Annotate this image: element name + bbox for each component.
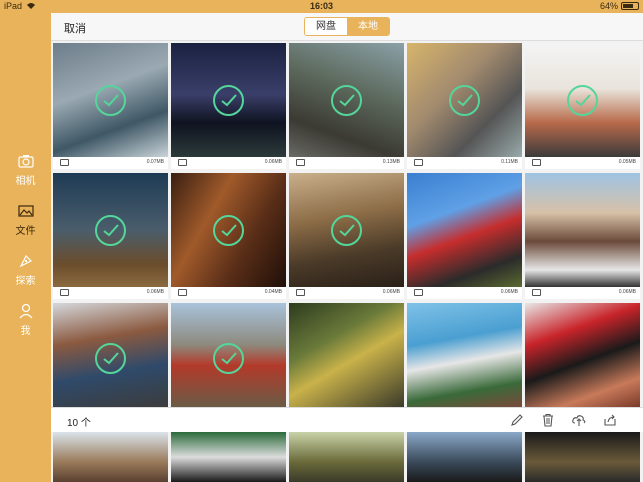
source-segmented-control: 网盘 本地 — [304, 17, 390, 36]
photo-tile[interactable]: 0.06MB — [289, 173, 404, 299]
photo-tile[interactable]: 0.04MB — [171, 173, 286, 299]
file-size: 0.06MB — [146, 289, 164, 295]
camera-icon — [60, 159, 69, 166]
file-size: 0.11MB — [501, 159, 518, 165]
photo-thumbnail — [289, 432, 404, 482]
photo-thumbnail — [525, 173, 640, 287]
photo-tile[interactable]: 0.06MB — [525, 173, 640, 299]
camera-icon — [414, 289, 423, 296]
camera-icon — [178, 159, 187, 166]
sidebar-item-label: 我 — [20, 326, 31, 337]
status-bar: iPad 16:03 64% — [0, 0, 643, 13]
sidebar-item-files[interactable]: 文件 — [0, 202, 51, 237]
camera-icon — [296, 289, 305, 296]
selected-check-icon — [95, 215, 126, 246]
photo-thumbnail — [171, 432, 286, 482]
user-icon — [19, 303, 32, 319]
cancel-button[interactable]: 取消 — [64, 20, 86, 36]
photo-tile[interactable]: 0.13MB — [289, 43, 404, 169]
sidebar-item-explore[interactable]: 探索 — [0, 252, 51, 287]
sidebar-item-me[interactable]: 我 — [0, 302, 51, 337]
edit-icon[interactable] — [510, 413, 524, 427]
selected-check-icon — [213, 343, 244, 374]
photo-tile[interactable] — [289, 303, 404, 407]
photo-thumbnail — [289, 303, 404, 407]
file-size: 0.06MB — [500, 289, 518, 295]
trash-icon[interactable] — [541, 413, 555, 427]
sidebar-item-camera[interactable]: 相机 — [0, 152, 51, 187]
photo-meta: 0.13MB — [289, 157, 404, 169]
selected-check-icon — [95, 343, 126, 374]
cloud-upload-icon[interactable] — [572, 413, 586, 427]
camera-icon — [296, 159, 305, 166]
photo-meta: 0.07MB — [53, 157, 168, 169]
photo-meta: 0.06MB — [289, 287, 404, 299]
photo-thumbnail — [407, 303, 522, 407]
photo-meta: 0.04MB — [171, 287, 286, 299]
file-size: 0.06MB — [382, 289, 400, 295]
battery-icon — [621, 2, 639, 10]
camera-icon — [532, 159, 541, 166]
file-size: 0.04MB — [264, 289, 282, 295]
share-icon[interactable] — [603, 413, 617, 427]
selected-check-icon — [95, 85, 126, 116]
selected-count: 10 个 — [67, 418, 91, 429]
photo-meta: 0.06MB — [525, 287, 640, 299]
photo-thumbnail — [53, 432, 168, 482]
photo-tile[interactable] — [53, 432, 168, 482]
photo-meta: 0.05MB — [525, 157, 640, 169]
photo-tile[interactable] — [289, 432, 404, 482]
tab-cloud[interactable]: 网盘 — [305, 18, 347, 35]
photo-tile[interactable]: 0.06MB — [53, 173, 168, 299]
photo-thumbnail — [407, 173, 522, 287]
photo-tile[interactable]: 0.07MB — [53, 43, 168, 169]
photo-meta: 0.06MB — [171, 157, 286, 169]
camera-icon — [17, 155, 34, 168]
file-size: 0.07MB — [146, 159, 164, 165]
battery-percent: 64% — [599, 1, 618, 11]
file-size: 0.06MB — [264, 159, 282, 165]
sidebar-item-label: 相机 — [15, 176, 36, 187]
status-right: 64% — [600, 1, 639, 11]
photo-tile[interactable] — [171, 432, 286, 482]
photo-thumbnail — [407, 432, 522, 482]
status-time: 16:03 — [309, 1, 334, 11]
photo-thumbnail — [525, 432, 640, 482]
photo-meta: 0.11MB — [407, 157, 522, 169]
file-size: 0.13MB — [382, 159, 400, 165]
photo-tile[interactable]: 0.05MB — [525, 43, 640, 169]
photo-tile[interactable]: 0.06MB — [407, 173, 522, 299]
selected-check-icon — [213, 85, 244, 116]
camera-icon — [60, 289, 69, 296]
photo-tile[interactable] — [525, 432, 640, 482]
selected-check-icon — [449, 85, 480, 116]
camera-icon — [414, 159, 423, 166]
photo-tile[interactable]: 0.11MB — [407, 43, 522, 169]
selected-check-icon — [213, 215, 244, 246]
sidebar: 相机 文件 探索 我 — [0, 13, 51, 482]
selected-check-icon — [331, 215, 362, 246]
photo-tile[interactable] — [53, 303, 168, 407]
photo-tile[interactable] — [171, 303, 286, 407]
photo-tile[interactable] — [407, 303, 522, 407]
photo-tile[interactable] — [407, 432, 522, 482]
camera-icon — [532, 289, 541, 296]
sidebar-item-label: 探索 — [15, 276, 36, 287]
image-icon — [17, 205, 34, 217]
selected-check-icon — [567, 85, 598, 116]
tab-local[interactable]: 本地 — [347, 18, 389, 35]
photo-tile[interactable]: 0.06MB — [171, 43, 286, 169]
selected-check-icon — [331, 85, 362, 116]
photo-tile[interactable] — [525, 303, 640, 407]
selection-toolbar: 10 个 — [51, 407, 643, 432]
sidebar-item-label: 文件 — [15, 226, 36, 237]
header: 取消 网盘 本地 — [51, 13, 643, 41]
compass-icon — [19, 254, 32, 268]
camera-icon — [178, 289, 187, 296]
photo-meta: 0.06MB — [407, 287, 522, 299]
file-size: 0.06MB — [618, 289, 636, 295]
photo-thumbnail — [525, 303, 640, 407]
photo-meta: 0.06MB — [53, 287, 168, 299]
file-size: 0.05MB — [618, 159, 636, 165]
